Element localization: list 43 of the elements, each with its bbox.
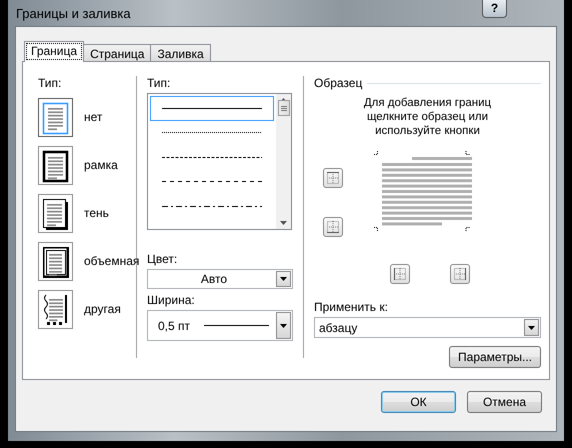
help-button[interactable]: ? — [482, 0, 507, 18]
window-title: Границы и заливка — [15, 6, 131, 20]
options-button[interactable]: Параметры... — [449, 346, 541, 368]
border-setting-button[interactable] — [38, 146, 73, 184]
dropdown-arrow-icon — [280, 324, 287, 328]
field-label: Применить к: — [314, 300, 389, 314]
setting-label: объемная — [84, 254, 140, 268]
border-position-icon — [327, 221, 339, 233]
field-label: Цвет: — [147, 252, 178, 266]
tab[interactable]: Граница — [24, 41, 84, 62]
border-position-icon — [327, 172, 339, 184]
group-title: Образец — [314, 76, 362, 90]
section-label: Тип: — [147, 76, 172, 90]
border-toggle-button[interactable] — [323, 168, 343, 188]
cancel-button[interactable]: Отмена — [467, 391, 542, 413]
width-dropdown[interactable]: 0,5 пт — [147, 310, 293, 341]
tab[interactable]: Заливка — [150, 44, 211, 61]
setting-label: нет — [84, 110, 102, 124]
section-label: Тип: — [38, 76, 62, 90]
setting-label: другая — [84, 302, 121, 316]
color-dropdown[interactable]: Авто — [147, 269, 293, 289]
setting-label: тень — [84, 206, 109, 220]
border-position-icon — [394, 268, 406, 280]
line-sample — [204, 324, 270, 327]
border-toggle-button[interactable] — [323, 217, 343, 237]
border-setting-button[interactable] — [38, 242, 73, 280]
border-setting-button[interactable] — [38, 194, 73, 232]
scrollbar-thumb[interactable] — [278, 100, 290, 116]
border-toggle-button[interactable] — [390, 264, 410, 284]
preview-hint: Для добавления границ щелкните образец или используйте кнопки — [362, 96, 492, 138]
dropdown-arrow-icon — [528, 326, 535, 330]
border-setting-button[interactable] — [38, 98, 73, 136]
dropdown-arrow-icon — [280, 277, 287, 281]
field-label: Ширина: — [147, 293, 196, 307]
border-setting-button[interactable] — [38, 290, 73, 328]
border-toggle-button[interactable] — [450, 264, 470, 284]
tab[interactable]: Страница — [83, 44, 152, 61]
border-position-icon — [454, 268, 466, 280]
setting-label: рамка — [84, 158, 118, 172]
scroll-down-icon — [280, 221, 287, 225]
ok-button[interactable]: ОК — [381, 391, 456, 413]
apply-to-dropdown[interactable]: абзацу — [314, 317, 541, 338]
line-style-option[interactable] — [150, 96, 274, 120]
